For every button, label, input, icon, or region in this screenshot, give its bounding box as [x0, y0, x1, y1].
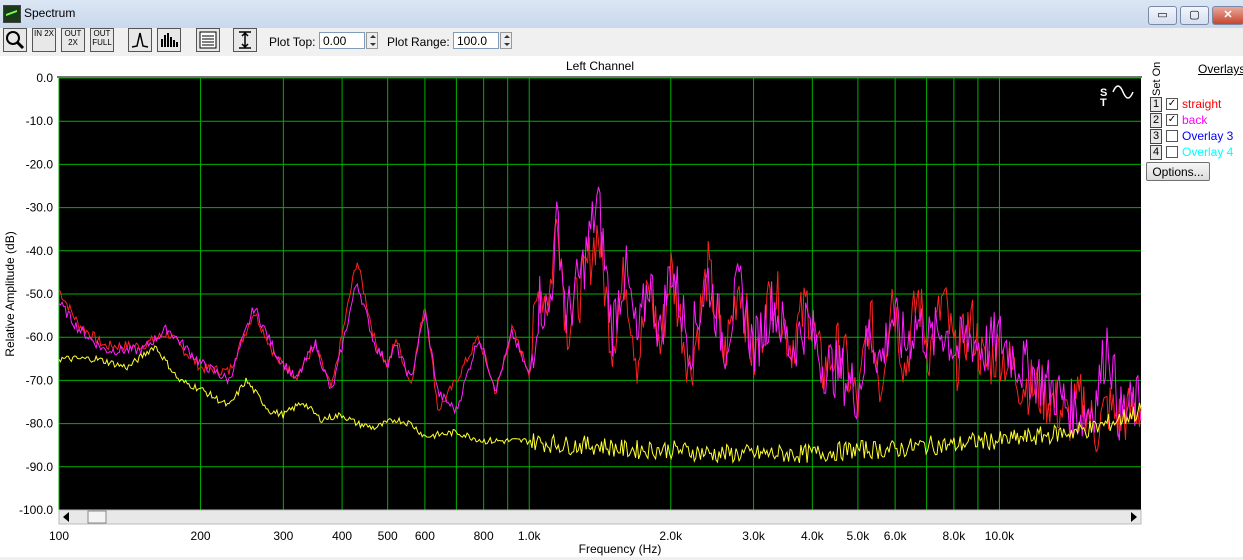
minimize-button[interactable]: ▭ [1148, 6, 1177, 25]
svg-text:T: T [1100, 97, 1107, 109]
plot-top-label: Plot Top: [269, 35, 316, 49]
overlay-checkbox[interactable]: ✓ [1166, 98, 1178, 110]
scroll-thumb[interactable] [87, 510, 107, 524]
overlay-row: 2 ✓ back [1150, 113, 1243, 128]
overlay-label: Overlay 4 [1182, 145, 1234, 159]
overlay-set-button[interactable]: 1 [1150, 97, 1162, 112]
x-tick-label: 200 [191, 529, 211, 543]
y-tick-label: -30.0 [26, 201, 54, 215]
set-on-label: Set On [1151, 61, 1163, 96]
x-tick-label: 500 [378, 529, 398, 543]
y-tick-label: -60.0 [26, 330, 54, 344]
x-tick-label: 600 [415, 529, 435, 543]
window-title: Spectrum [24, 6, 76, 20]
plot-area-frame: Left Channel 0.0 -10.0 -20.0 -30.0 -40.0 -50.… [0, 56, 1243, 557]
toolbar: IN 2X OUT 2X OUT FULL Plot Top: Plot Ran… [0, 28, 1243, 56]
bar-mode-icon[interactable] [157, 28, 181, 52]
y-tick-label: -20.0 [26, 157, 54, 171]
overlay-set-button[interactable]: 3 [1150, 129, 1162, 144]
overlay-label: back [1182, 113, 1208, 127]
overlay-set-button[interactable]: 4 [1150, 145, 1162, 160]
overlay-checkbox[interactable] [1166, 146, 1178, 158]
x-tick-labels: 100 200 300 400 500 600 800 1.0k 2.0k 3.0k 4.0k 5.0… [49, 529, 1015, 543]
overlay-label: Overlay 3 [1182, 129, 1234, 143]
overlay-set-button[interactable]: 2 [1150, 113, 1162, 128]
print-icon[interactable] [196, 28, 220, 52]
spectrum-chart: Left Channel 0.0 -10.0 -20.0 -30.0 -40.0 -50.… [3, 59, 1142, 556]
y-axis-label: Relative Amplitude (dB) [3, 231, 17, 356]
x-tick-label: 5.0k [847, 529, 871, 543]
x-tick-label: 3.0k [742, 529, 766, 543]
x-axis-label: Frequency (Hz) [579, 542, 662, 556]
options-button[interactable]: Options... [1146, 162, 1210, 181]
zoom-out-2x-button[interactable]: OUT 2X [61, 28, 85, 52]
y-tick-labels: 0.0 -10.0 -20.0 -30.0 -40.0 -50.0 -60.0 -70.0 -8… [19, 71, 53, 517]
x-tick-label: 300 [273, 529, 293, 543]
title-bar: Spectrum ▭ ▢ ✕ [0, 0, 1243, 28]
y-tick-label: -50.0 [26, 287, 54, 301]
plot-top-input[interactable] [319, 32, 365, 49]
x-tick-label: 8.0k [943, 529, 967, 543]
x-tick-label: 800 [474, 529, 494, 543]
y-tick-label: -100.0 [19, 503, 53, 517]
y-tick-label: -80.0 [26, 417, 54, 431]
vertical-scale-icon[interactable] [233, 28, 257, 52]
zoom-out-full-button[interactable]: OUT FULL [90, 28, 114, 52]
x-tick-label: 6.0k [884, 529, 908, 543]
plot-range-spinner[interactable] [500, 32, 512, 49]
overlays-title: Overlays [1198, 62, 1243, 76]
overlay-row: 4 Overlay 4 [1150, 145, 1243, 160]
close-button[interactable]: ✕ [1212, 6, 1243, 25]
x-tick-label: 4.0k [801, 529, 825, 543]
app-icon [3, 5, 21, 23]
magnifier-icon[interactable] [3, 28, 27, 52]
y-tick-label: -70.0 [26, 373, 54, 387]
chart-title: Left Channel [566, 59, 634, 73]
x-tick-label: 1.0k [518, 529, 542, 543]
plot-range-input[interactable] [453, 32, 499, 49]
y-tick-label: -90.0 [26, 460, 54, 474]
overlay-label: straight [1182, 97, 1222, 111]
overlay-row: 3 Overlay 3 [1150, 129, 1243, 144]
zoom-in-2x-button[interactable]: IN 2X [32, 28, 56, 52]
plot-top-spinner[interactable] [366, 32, 378, 49]
overlay-checkbox[interactable] [1166, 130, 1178, 142]
line-mode-icon[interactable] [128, 28, 152, 52]
x-tick-label: 100 [49, 529, 69, 543]
y-tick-label: -10.0 [26, 114, 54, 128]
overlay-checkbox[interactable]: ✓ [1166, 114, 1178, 126]
x-tick-label: 2.0k [659, 529, 683, 543]
maximize-button[interactable]: ▢ [1180, 6, 1209, 25]
x-tick-label: 10.0k [985, 529, 1015, 543]
x-tick-label: 400 [332, 529, 352, 543]
overlay-row: 1 ✓ straight [1150, 97, 1243, 112]
plot-range-label: Plot Range: [387, 35, 450, 49]
y-tick-label: -40.0 [26, 244, 54, 258]
y-tick-label: 0.0 [36, 71, 53, 85]
horizontal-scrollbar[interactable] [58, 509, 1142, 525]
